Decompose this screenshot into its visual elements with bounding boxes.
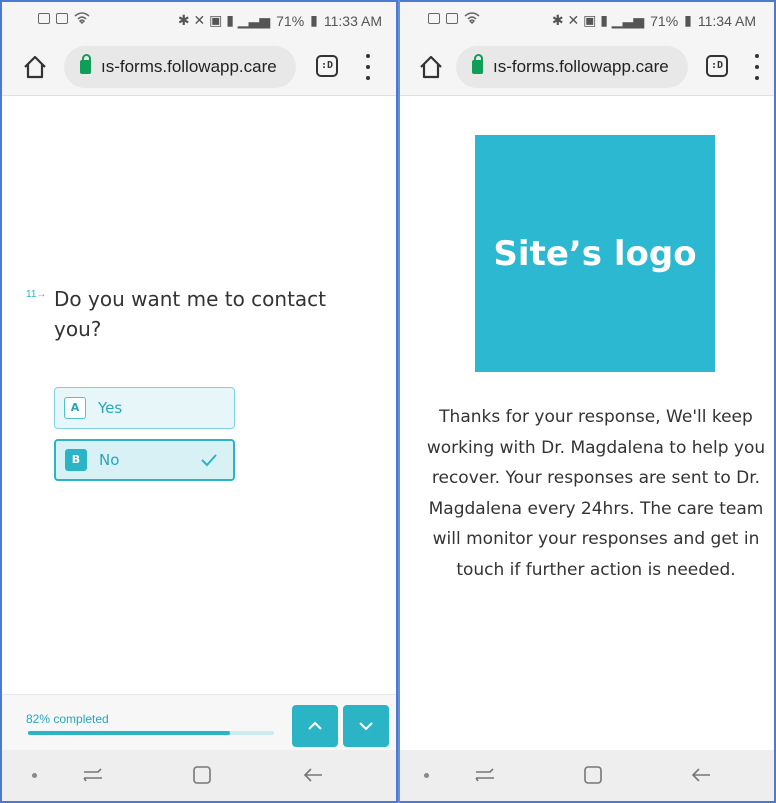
notification-icons [38, 12, 90, 24]
mail-icon [428, 12, 440, 24]
mail-icon [38, 12, 50, 24]
notification-icons [428, 12, 480, 24]
url-text: ıs-forms.followapp.care [493, 57, 669, 76]
left-screenshot: ✱ ✕ ▣ ▮ ▁▃▅ 71% ▮ 11:33 AM ıs-forms.foll… [0, 0, 398, 803]
android-nav-bar [400, 750, 774, 801]
overview-icon[interactable] [583, 765, 603, 785]
option-yes[interactable]: A Yes [54, 387, 235, 429]
more-menu-icon[interactable] [752, 52, 762, 82]
next-question-button[interactable] [343, 705, 389, 747]
option-no[interactable]: B No [54, 439, 235, 481]
question: 11→ Do you want me to contact you? [26, 284, 356, 344]
status-bar: ✱ ✕ ▣ ▮ ▁▃▅ 71% ▮ 11:34 AM [400, 2, 774, 38]
option-label: No [99, 451, 120, 469]
home-icon[interactable] [22, 54, 48, 80]
url-text: ıs-forms.followapp.care [101, 57, 277, 76]
system-status: ✱ ✕ ▣ ▮ ▁▃▅ 71% ▮ 11:33 AM [178, 12, 382, 29]
overview-icon[interactable] [192, 765, 212, 785]
previous-question-button[interactable] [292, 705, 338, 747]
image-icon [56, 12, 68, 24]
home-icon[interactable] [418, 54, 444, 80]
progress-fill [28, 731, 230, 735]
tab-switcher-icon[interactable]: :D [706, 55, 728, 77]
chevron-up-icon [308, 721, 322, 730]
site-logo: Site’s logo [475, 135, 715, 372]
lock-icon [472, 54, 483, 74]
system-status: ✱ ✕ ▣ ▮ ▁▃▅ 71% ▮ 11:34 AM [552, 12, 756, 29]
recent-apps-icon[interactable] [82, 766, 104, 784]
option-key: B [65, 449, 87, 471]
signal-icons: ✱ ✕ ▣ ▮ ▁▃▅ [177, 12, 271, 28]
nav-dot-icon [32, 773, 37, 778]
form-footer: 82% completed [2, 694, 396, 756]
android-nav-bar [2, 750, 396, 801]
battery-percent: 71% [650, 12, 679, 29]
clock: 11:34 AM [697, 12, 756, 29]
browser-toolbar: ıs-forms.followapp.care :D [400, 38, 774, 96]
option-label: Yes [98, 399, 123, 417]
address-bar[interactable]: ıs-forms.followapp.care [456, 46, 688, 88]
nav-dot-icon [424, 773, 429, 778]
wifi-icon [464, 12, 480, 24]
check-icon [201, 454, 217, 467]
question-number: 11→ [26, 289, 47, 300]
status-bar: ✱ ✕ ▣ ▮ ▁▃▅ 71% ▮ 11:33 AM [2, 2, 396, 38]
image-icon [446, 12, 458, 24]
lock-icon [80, 54, 91, 74]
progress-bar [28, 731, 274, 735]
progress-label: 82% completed [26, 712, 109, 726]
tab-switcher-icon[interactable]: :D [316, 55, 338, 77]
back-icon[interactable] [302, 766, 324, 784]
address-bar[interactable]: ıs-forms.followapp.care [64, 46, 296, 88]
recent-apps-icon[interactable] [474, 766, 496, 784]
logo-text: Site’s logo [493, 233, 697, 274]
clock: 11:33 AM [323, 12, 382, 29]
browser-toolbar: ıs-forms.followapp.care :D [2, 38, 396, 96]
battery-icon: ▮ [310, 12, 318, 28]
back-icon[interactable] [690, 766, 712, 784]
right-screenshot: ✱ ✕ ▣ ▮ ▁▃▅ 71% ▮ 11:34 AM ıs-forms.foll… [400, 0, 776, 803]
battery-percent: 71% [276, 12, 305, 29]
option-key: A [64, 397, 86, 419]
chevron-down-icon [359, 722, 373, 731]
wifi-icon [74, 12, 90, 24]
question-text: Do you want me to contact you? [54, 287, 327, 341]
signal-icons: ✱ ✕ ▣ ▮ ▁▃▅ [551, 12, 645, 28]
battery-icon: ▮ [684, 12, 692, 28]
confirmation-message: Thanks for your response, We'll keep wor… [426, 407, 766, 580]
more-menu-icon[interactable] [363, 52, 373, 82]
